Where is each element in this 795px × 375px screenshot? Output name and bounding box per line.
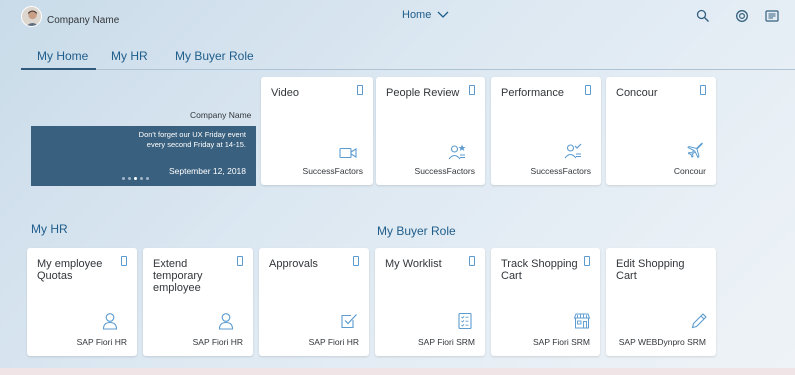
company-name: Company Name bbox=[47, 15, 120, 26]
tile-title: Approvals bbox=[269, 258, 349, 270]
mobile-device-icon bbox=[585, 85, 591, 95]
checkbox-icon bbox=[340, 312, 358, 330]
mobile-device-icon bbox=[237, 256, 243, 266]
tile-track-shopping-cart[interactable]: Track Shopping Cart SAP Fiori SRM bbox=[491, 248, 600, 356]
person-check-icon bbox=[564, 142, 582, 160]
tile-footer: SAP Fiori HR bbox=[308, 337, 359, 347]
home-menu[interactable]: Home bbox=[402, 9, 449, 21]
tile-footer: SAP Fiori HR bbox=[76, 337, 127, 347]
background-strip bbox=[0, 368, 795, 375]
tile-title: Track Shopping Cart bbox=[501, 258, 580, 282]
active-tab-indicator bbox=[21, 68, 96, 70]
tile-footer: SAP Fiori SRM bbox=[533, 337, 590, 347]
mobile-device-icon bbox=[357, 85, 363, 95]
mobile-device-icon bbox=[469, 256, 475, 266]
tile-footer: SAP Fiori SRM bbox=[418, 337, 475, 347]
tab-my-home[interactable]: My Home bbox=[37, 49, 88, 63]
store-icon bbox=[573, 312, 591, 330]
news-message: Don't forget our UX Friday event every s… bbox=[76, 130, 246, 150]
news-company-name: Company Name bbox=[190, 110, 252, 120]
group-title-my-buyer-role: My Buyer Role bbox=[377, 224, 456, 238]
person-review-icon bbox=[448, 143, 466, 161]
group-title-my-hr: My HR bbox=[31, 222, 68, 236]
tile-my-worklist[interactable]: My Worklist SAP Fiori SRM bbox=[375, 248, 485, 356]
person-icon bbox=[217, 312, 235, 330]
tile-title: Concour bbox=[616, 87, 658, 99]
tile-title-line2: Quotas bbox=[37, 270, 73, 282]
tile-title-line1: Track Shopping bbox=[501, 258, 578, 270]
tile-footer: SAP WEBDynpro SRM bbox=[618, 337, 706, 347]
news-date: September 12, 2018 bbox=[168, 166, 246, 176]
avatar[interactable] bbox=[21, 6, 42, 27]
tile-title: Video bbox=[271, 87, 299, 99]
tile-title-line1: Edit Shopping bbox=[616, 258, 685, 270]
pencil-icon bbox=[690, 312, 708, 330]
tile-video[interactable]: Video SuccessFactors bbox=[261, 77, 373, 185]
copilot-icon[interactable] bbox=[735, 9, 749, 23]
carousel-dot[interactable] bbox=[122, 177, 125, 180]
tile-title: Performance bbox=[501, 87, 564, 99]
tile-extend-temporary-employee[interactable]: Extend temporary employee SAP Fiori HR bbox=[143, 248, 253, 356]
mobile-device-icon bbox=[584, 256, 590, 266]
news-tile[interactable]: Don't forget our UX Friday event every s… bbox=[31, 126, 256, 186]
anchor-navigation-bar: My Home My HR My Buyer Role bbox=[21, 44, 795, 70]
tile-footer: Concour bbox=[673, 166, 706, 176]
person-icon bbox=[101, 312, 119, 330]
search-icon[interactable] bbox=[696, 9, 710, 23]
tab-my-buyer-role[interactable]: My Buyer Role bbox=[175, 49, 254, 63]
tile-title-line2: Cart bbox=[616, 270, 637, 282]
tile-title-line1: My Worklist bbox=[385, 258, 442, 270]
tile-title-line2: employee bbox=[153, 282, 201, 294]
tile-footer: SuccessFactors bbox=[414, 166, 475, 176]
tile-title-line2: Cart bbox=[501, 270, 522, 282]
tile-title: My employee Quotas bbox=[37, 258, 117, 282]
tile-title: Edit Shopping Cart bbox=[616, 258, 696, 282]
carousel-indicator bbox=[122, 177, 149, 180]
tile-approvals[interactable]: Approvals SAP Fiori HR bbox=[259, 248, 369, 356]
checklist-icon bbox=[456, 312, 474, 330]
video-camera-icon bbox=[339, 144, 357, 162]
airplane-icon bbox=[686, 141, 704, 159]
chevron-down-icon bbox=[437, 11, 449, 18]
tile-title: People Review bbox=[386, 87, 460, 99]
carousel-dot[interactable] bbox=[140, 177, 143, 180]
tile-edit-shopping-cart[interactable]: Edit Shopping Cart SAP WEBDynpro SRM bbox=[606, 248, 716, 356]
mobile-device-icon bbox=[700, 85, 706, 95]
shell-header: Company Name Home bbox=[0, 0, 795, 36]
notifications-list-icon[interactable] bbox=[765, 9, 779, 23]
tab-my-hr[interactable]: My HR bbox=[111, 49, 148, 63]
mobile-device-icon bbox=[469, 85, 475, 95]
user-photo-icon bbox=[22, 7, 41, 26]
home-title: Home bbox=[402, 9, 432, 21]
tile-performance[interactable]: Performance SuccessFactors bbox=[491, 77, 601, 185]
tile-footer: SuccessFactors bbox=[530, 166, 591, 176]
tile-title-line1: Extend temporary bbox=[153, 258, 203, 282]
tile-people-review[interactable]: People Review SuccessFactors bbox=[376, 77, 485, 185]
carousel-dot[interactable] bbox=[146, 177, 149, 180]
tile-footer: SuccessFactors bbox=[302, 166, 363, 176]
tile-title-line1: Approvals bbox=[269, 258, 318, 270]
news-message-line2: every second Friday at 14-15. bbox=[146, 140, 246, 149]
carousel-dot[interactable] bbox=[128, 177, 131, 180]
tile-title: Extend temporary employee bbox=[153, 258, 233, 294]
tile-footer: SAP Fiori HR bbox=[192, 337, 243, 347]
tile-title: My Worklist bbox=[385, 258, 465, 270]
mobile-device-icon bbox=[121, 256, 127, 266]
mobile-device-icon bbox=[353, 256, 359, 266]
news-message-line1: Don't forget our UX Friday event bbox=[138, 130, 246, 139]
tile-title-line1: My employee bbox=[37, 258, 103, 270]
tile-concour[interactable]: Concour Concour bbox=[606, 77, 716, 185]
tile-my-employee-quotas[interactable]: My employee Quotas SAP Fiori HR bbox=[27, 248, 137, 356]
carousel-dot-active[interactable] bbox=[134, 177, 137, 180]
